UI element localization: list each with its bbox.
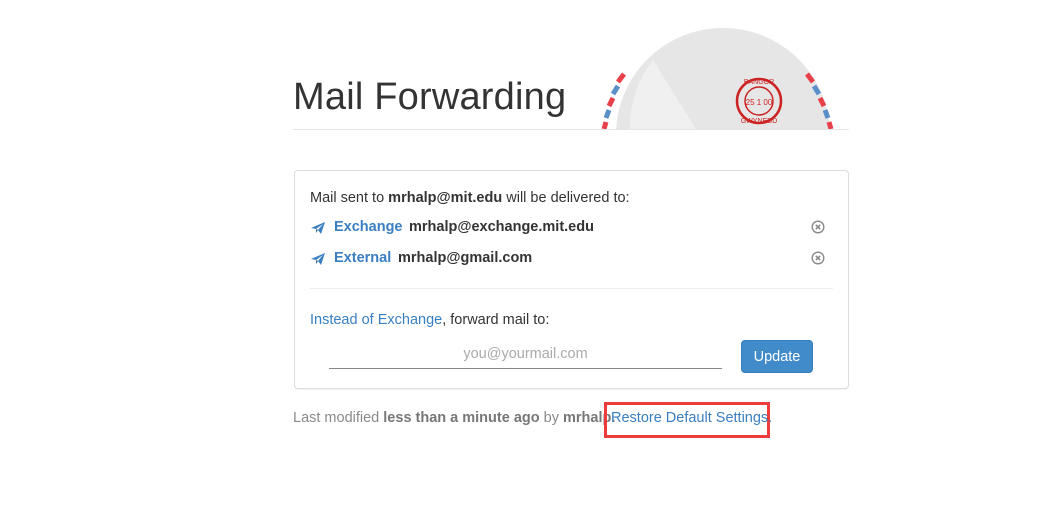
destination-address: mrhalp@gmail.com xyxy=(398,250,533,266)
forward-email-input[interactable] xyxy=(329,340,722,369)
remove-icon[interactable] xyxy=(811,220,825,234)
footer-prefix: Last modified xyxy=(293,410,384,426)
envelope-illustration: BANGOR 25 1 00 GWYNEDD xyxy=(601,28,834,129)
forward-suffix: , forward mail to: xyxy=(442,312,550,328)
destination-type: External xyxy=(334,250,392,266)
page-header: Mail Forwarding BANGOR 25 1 00 GWYNEDD xyxy=(293,0,849,130)
destination-row-external: External mrhalp@gmail.com xyxy=(310,250,835,270)
paper-plane-icon xyxy=(311,222,325,234)
paper-plane-icon xyxy=(311,253,325,265)
delivered-to-line: Mail sent to mrhalp@mit.edu will be deli… xyxy=(310,190,630,206)
delivered-suffix: will be delivered to: xyxy=(502,190,630,206)
destination-row-exchange: Exchange mrhalp@exchange.mit.edu xyxy=(310,219,835,239)
destination-type: Exchange xyxy=(334,219,403,235)
stamp-date: 25 1 00 xyxy=(746,98,773,107)
source-email: mrhalp@mit.edu xyxy=(388,190,503,206)
panel-divider xyxy=(310,288,833,289)
forward-instruction: Instead of Exchange, forward mail to: xyxy=(310,312,549,328)
instead-of-exchange-link[interactable]: Instead of Exchange xyxy=(310,312,442,328)
last-modified-line: Last modified less than a minute ago by … xyxy=(293,410,615,426)
footer-by: by xyxy=(539,410,563,426)
stamp-text-top: BANGOR xyxy=(744,79,774,86)
destination-address: mrhalp@exchange.mit.edu xyxy=(409,219,594,235)
forwarding-panel: Mail sent to mrhalp@mit.edu will be deli… xyxy=(294,170,849,389)
restore-default-settings-link[interactable]: Restore Default Settings. xyxy=(611,410,772,426)
update-button[interactable]: Update xyxy=(741,340,813,373)
remove-icon[interactable] xyxy=(811,251,825,265)
stamp-text-bottom: GWYNEDD xyxy=(741,118,778,125)
modified-time: less than a minute ago xyxy=(383,410,540,426)
delivered-prefix: Mail sent to xyxy=(310,190,389,206)
page-title: Mail Forwarding xyxy=(293,76,567,118)
